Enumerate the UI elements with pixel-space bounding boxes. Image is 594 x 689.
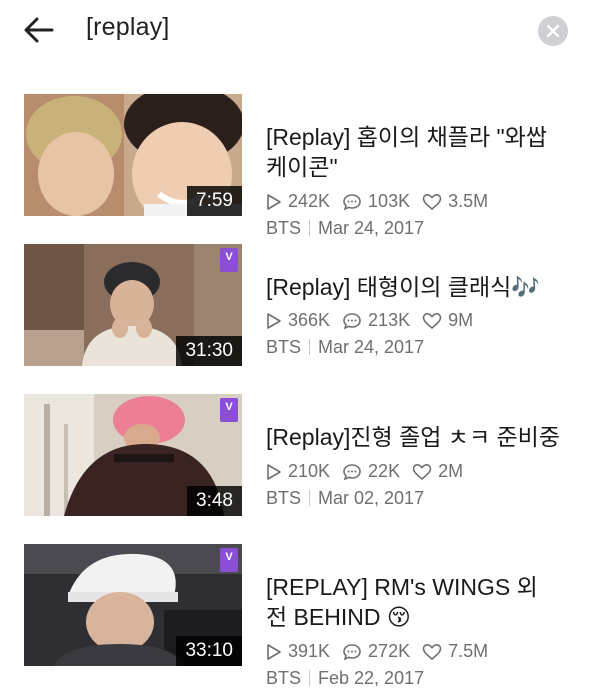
clear-search-button[interactable] bbox=[538, 16, 568, 46]
back-button[interactable] bbox=[22, 14, 56, 46]
heart-icon bbox=[422, 643, 442, 660]
divider bbox=[309, 339, 311, 355]
video-meta: BTS Mar 02, 2017 bbox=[266, 488, 424, 509]
video-duration: 3:48 bbox=[187, 486, 242, 516]
video-meta: BTS Mar 24, 2017 bbox=[266, 218, 424, 239]
video-thumbnail[interactable]: V 33:10 bbox=[24, 544, 242, 666]
video-thumbnail[interactable]: V 3:48 bbox=[24, 394, 242, 516]
video-title-line: [REPLAY] RM's WINGS 외 bbox=[266, 574, 538, 600]
video-duration: 33:10 bbox=[176, 636, 242, 666]
play-icon bbox=[267, 193, 281, 210]
video-stats: 242K 103K 3.5M bbox=[266, 191, 500, 212]
video-thumbnail[interactable]: 7:59 bbox=[24, 94, 242, 216]
like-count-value: 9M bbox=[448, 310, 474, 330]
channel-name[interactable]: BTS bbox=[266, 668, 301, 688]
heart-icon bbox=[422, 193, 442, 210]
video-duration: 7:59 bbox=[187, 186, 242, 216]
video-title-line: [Replay] 홉이의 채플라 "와쌉 bbox=[266, 124, 547, 150]
v-live-badge: V bbox=[220, 248, 238, 272]
heart-icon bbox=[412, 463, 432, 480]
like-count: 3.5M bbox=[422, 191, 488, 212]
comment-count-value: 103K bbox=[368, 191, 411, 211]
video-item[interactable]: V 31:30 [Replay] 태형이의 클래식🎶 366K 213K 9M … bbox=[0, 244, 594, 368]
play-count-value: 210K bbox=[288, 461, 331, 481]
comment-count-value: 213K bbox=[368, 310, 411, 330]
video-title[interactable]: [Replay] 홉이의 채플라 "와쌉 케이콘" bbox=[266, 122, 566, 182]
play-count: 210K bbox=[266, 461, 330, 482]
channel-name[interactable]: BTS bbox=[266, 488, 301, 508]
video-item[interactable]: 7:59 [Replay] 홉이의 채플라 "와쌉 케이콘" 242K 103K… bbox=[0, 94, 594, 238]
play-icon bbox=[267, 463, 281, 480]
video-title-line: [Replay] 태형이의 클래식🎶 bbox=[266, 274, 540, 300]
comment-count: 22K bbox=[342, 461, 400, 482]
like-count: 2M bbox=[412, 461, 463, 482]
play-count-value: 391K bbox=[288, 641, 331, 661]
video-date: Mar 02, 2017 bbox=[318, 488, 425, 508]
like-count: 9M bbox=[422, 310, 473, 331]
comment-icon bbox=[343, 312, 361, 329]
channel-name[interactable]: BTS bbox=[266, 218, 301, 238]
v-live-badge: V bbox=[220, 398, 238, 422]
video-date: Mar 24, 2017 bbox=[318, 337, 425, 357]
video-meta: BTS Feb 22, 2017 bbox=[266, 668, 424, 689]
video-stats: 210K 22K 2M bbox=[266, 461, 475, 482]
divider bbox=[309, 220, 311, 236]
comment-count-value: 22K bbox=[368, 461, 401, 481]
video-stats: 391K 272K 7.5M bbox=[266, 641, 500, 662]
play-icon bbox=[267, 643, 281, 660]
video-title[interactable]: [REPLAY] RM's WINGS 외 전 BEHIND 😚 bbox=[266, 572, 566, 632]
video-item[interactable]: V 33:10 [REPLAY] RM's WINGS 외 전 BEHIND 😚… bbox=[0, 544, 594, 688]
video-date: Mar 24, 2017 bbox=[318, 218, 425, 238]
play-count: 242K bbox=[266, 191, 330, 212]
video-duration: 31:30 bbox=[176, 336, 242, 366]
video-meta: BTS Mar 24, 2017 bbox=[266, 337, 424, 358]
comment-count: 272K bbox=[342, 641, 410, 662]
play-count: 366K bbox=[266, 310, 330, 331]
like-count-value: 3.5M bbox=[448, 191, 489, 211]
v-live-badge: V bbox=[220, 548, 238, 572]
like-count-value: 2M bbox=[438, 461, 464, 481]
comment-count: 213K bbox=[342, 310, 410, 331]
play-count-value: 242K bbox=[288, 191, 331, 211]
comment-count: 103K bbox=[342, 191, 410, 212]
play-count: 391K bbox=[266, 641, 330, 662]
heart-icon bbox=[422, 312, 442, 329]
video-title[interactable]: [Replay]진형 졸업 ㅊㅋ 준비중 bbox=[266, 422, 566, 452]
comment-icon bbox=[343, 193, 361, 210]
video-thumbnail[interactable]: V 31:30 bbox=[24, 244, 242, 366]
video-date: Feb 22, 2017 bbox=[318, 668, 425, 688]
like-count: 7.5M bbox=[422, 641, 488, 662]
video-title-line: 전 BEHIND 😚 bbox=[266, 604, 411, 630]
divider bbox=[309, 490, 311, 506]
search-query[interactable]: [replay] bbox=[86, 13, 170, 42]
video-title-line: 케이콘" bbox=[266, 154, 338, 180]
divider bbox=[309, 670, 311, 686]
comment-icon bbox=[343, 643, 361, 660]
search-header: [replay] bbox=[0, 0, 594, 62]
comment-count-value: 272K bbox=[368, 641, 411, 661]
video-title[interactable]: [Replay] 태형이의 클래식🎶 bbox=[266, 272, 566, 302]
arrow-left-icon bbox=[24, 17, 54, 43]
like-count-value: 7.5M bbox=[448, 641, 489, 661]
video-title-line: [Replay]진형 졸업 ㅊㅋ 준비중 bbox=[266, 424, 560, 450]
close-icon bbox=[546, 24, 560, 38]
channel-name[interactable]: BTS bbox=[266, 337, 301, 357]
video-stats: 366K 213K 9M bbox=[266, 310, 485, 331]
play-count-value: 366K bbox=[288, 310, 331, 330]
play-icon bbox=[267, 312, 281, 329]
video-item[interactable]: V 3:48 [Replay]진형 졸업 ㅊㅋ 준비중 210K 22K 2M … bbox=[0, 394, 594, 518]
comment-icon bbox=[343, 463, 361, 480]
